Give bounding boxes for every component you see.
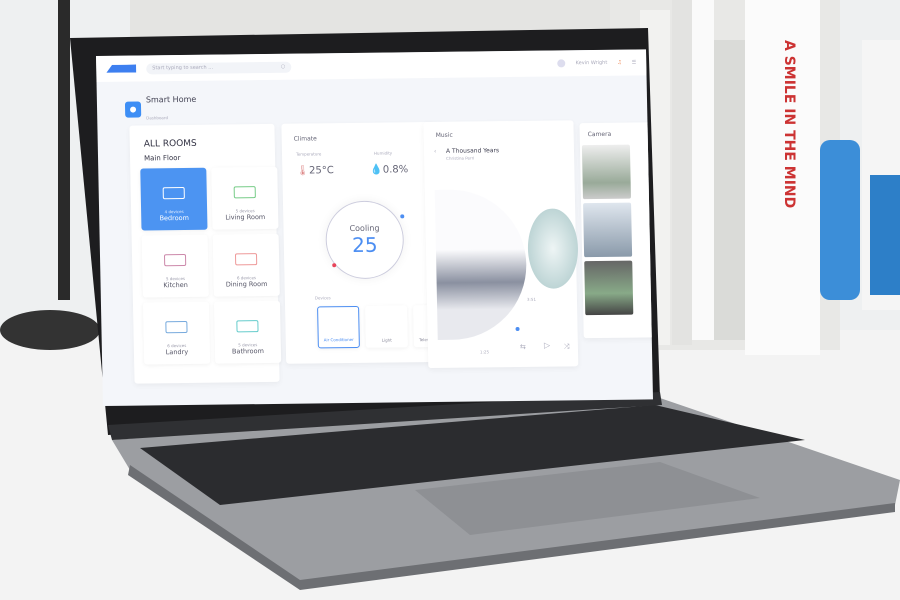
music-card: Music ‹ A Thousand Years Christina Perri… bbox=[423, 120, 579, 369]
play-icon[interactable]: ▷ bbox=[544, 341, 550, 350]
room-name: Landry bbox=[165, 347, 189, 357]
search-icon: ○ bbox=[280, 63, 286, 70]
top-bar: Start typing to search ... ○ Kevin Wrigh… bbox=[96, 49, 647, 82]
device-light[interactable]: Light bbox=[365, 305, 408, 348]
progress-handle[interactable] bbox=[515, 326, 520, 332]
room-name: Bedroom bbox=[159, 213, 190, 223]
device-air-conditioner[interactable]: Air Conditioner bbox=[317, 305, 360, 349]
floor-label: Main Floor bbox=[143, 154, 181, 163]
device-name: Light bbox=[381, 337, 392, 343]
album-art bbox=[434, 188, 528, 340]
room-name: Dining Room bbox=[225, 279, 268, 289]
bed-icon bbox=[162, 186, 185, 200]
devices-label: Devices bbox=[314, 295, 331, 301]
total-time: 3:51 bbox=[526, 296, 537, 302]
search-input[interactable]: Start typing to search ... ○ bbox=[146, 61, 292, 74]
repeat-icon[interactable]: ⇆ bbox=[520, 343, 526, 351]
setpoint-value: 25 bbox=[351, 232, 378, 257]
camera-feed[interactable] bbox=[583, 202, 633, 258]
dial-handle[interactable] bbox=[400, 214, 405, 219]
room-living-room[interactable]: 5 devices Living Room bbox=[211, 166, 279, 230]
rooms-card: ALL ROOMS Main Floor 4 devices Bedroom 5 … bbox=[129, 123, 282, 384]
menu-icon[interactable]: ☰ bbox=[632, 60, 637, 66]
back-icon[interactable]: ‹ bbox=[434, 148, 437, 155]
room-landry[interactable]: 6 devices Landry bbox=[142, 301, 211, 365]
camera-feed[interactable] bbox=[581, 144, 631, 200]
title-text: Smart Home bbox=[145, 94, 197, 105]
svg-text:A SMILE IN THE MIND: A SMILE IN THE MIND bbox=[781, 40, 797, 208]
humidity-value: 💧0.8% bbox=[370, 164, 408, 175]
next-album-art bbox=[527, 208, 579, 289]
bathtub-icon bbox=[236, 320, 259, 333]
mode-label: Cooling bbox=[349, 223, 380, 233]
thermometer-icon: 🌡 bbox=[296, 165, 310, 177]
user-name[interactable]: Kevin Wright bbox=[576, 60, 608, 66]
search-placeholder: Start typing to search ... bbox=[152, 64, 214, 72]
subtitle: Dashboard bbox=[146, 115, 169, 121]
humidity-label: Humidity bbox=[373, 150, 393, 156]
shuffle-icon[interactable]: ⤨ bbox=[564, 342, 570, 351]
dial-min-marker bbox=[332, 263, 337, 268]
washer-icon bbox=[165, 320, 188, 334]
music-title: Music bbox=[435, 131, 453, 139]
climate-card: Climate Temperature 🌡25°C Humidity 💧0.8%… bbox=[281, 121, 447, 364]
temperature-value: 🌡25°C bbox=[296, 165, 334, 176]
camera-card: Camera bbox=[579, 122, 653, 339]
bell-icon[interactable]: ♫ bbox=[617, 60, 622, 66]
camera-title: Camera bbox=[587, 130, 612, 139]
room-bedroom[interactable]: 4 devices Bedroom bbox=[140, 167, 208, 231]
temp-text: 25°C bbox=[308, 165, 334, 177]
camera-feed[interactable] bbox=[584, 260, 634, 316]
thermostat-dial[interactable]: Cooling 25 bbox=[324, 200, 405, 280]
room-name: Bathroom bbox=[231, 347, 264, 356]
room-kitchen[interactable]: 5 devices Kitchen bbox=[141, 234, 209, 298]
room-name: Kitchen bbox=[163, 280, 188, 290]
temperature-label: Temperature bbox=[295, 151, 322, 157]
logo bbox=[106, 65, 136, 73]
artist-name: Christina Perri bbox=[446, 155, 475, 161]
climate-title: Climate bbox=[293, 135, 317, 143]
page-title: Smart Home Dashboard bbox=[124, 94, 197, 124]
song-title: A Thousand Years bbox=[445, 147, 500, 155]
rooms-title: ALL ROOMS bbox=[143, 138, 197, 150]
home-icon bbox=[124, 101, 142, 118]
oven-icon bbox=[163, 253, 187, 267]
elapsed-time: 1:25 bbox=[479, 349, 490, 355]
humidity-text: 0.8% bbox=[382, 164, 409, 176]
device-name: Air Conditioner bbox=[323, 336, 354, 343]
sofa-icon bbox=[233, 186, 256, 199]
smart-home-dashboard: Start typing to search ... ○ Kevin Wrigh… bbox=[96, 49, 653, 407]
droplet-icon: 💧 bbox=[370, 164, 383, 176]
avatar[interactable] bbox=[557, 59, 566, 68]
room-bathroom[interactable]: 5 devices Bathroom bbox=[213, 300, 282, 364]
room-name: Living Room bbox=[225, 213, 266, 222]
chairs-icon bbox=[234, 253, 258, 266]
room-dining-room[interactable]: 6 devices Dining Room bbox=[212, 233, 280, 297]
